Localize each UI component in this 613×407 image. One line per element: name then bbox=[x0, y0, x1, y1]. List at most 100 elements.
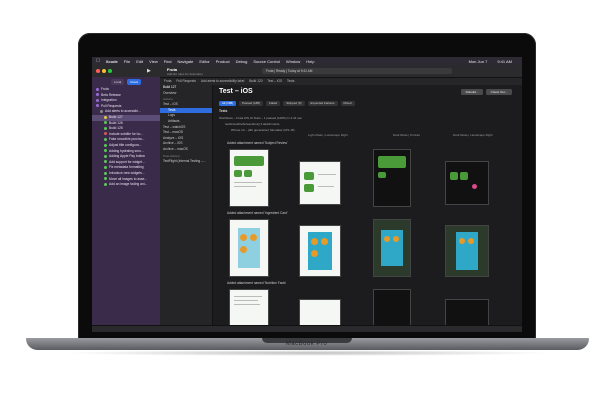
screen:  Xcode File Edit View Find Navigate Edi… bbox=[92, 57, 522, 332]
filter-expected-failures[interactable]: Expected Failures bbox=[307, 101, 338, 106]
status-icon bbox=[100, 110, 103, 113]
navigator-row-label: Beta Release bbox=[101, 92, 121, 97]
navigator-tabs: Local Cloud bbox=[92, 77, 160, 87]
path-item[interactable]: Pull Requests bbox=[176, 79, 196, 83]
check-out-button[interactable]: Check Out... bbox=[486, 89, 512, 95]
attachment-group-title[interactable]: Added attachment named 'Ingredient Card' bbox=[227, 211, 288, 215]
navigator-row-label: Add alerts to accessibi... bbox=[105, 109, 141, 114]
menu-date[interactable]: Mon Jun 7 bbox=[469, 59, 488, 64]
outline-actions-list: Test – iOS Tests Logs Artifacts Test – watch… bbox=[160, 102, 212, 152]
screenshot-thumbnail[interactable] bbox=[229, 219, 269, 277]
screenshot-thumbnail[interactable] bbox=[373, 289, 411, 327]
status-bar bbox=[92, 325, 522, 332]
navigator-row-label: Move all images to asse... bbox=[109, 176, 148, 181]
screenshot-thumbnail[interactable] bbox=[299, 299, 341, 327]
path-item[interactable]: Build 120 bbox=[249, 79, 262, 83]
menu-product[interactable]: Product bbox=[216, 59, 230, 64]
status-icon bbox=[104, 171, 107, 175]
menu-window[interactable]: Window bbox=[286, 59, 300, 64]
filter-passed[interactable]: Passed (188) bbox=[239, 101, 264, 106]
menu-time[interactable]: 9:41 AM bbox=[497, 59, 512, 64]
filter-failed[interactable]: Failed bbox=[266, 101, 281, 106]
status-icon bbox=[96, 98, 99, 102]
tab-cloud[interactable]: Cloud bbox=[127, 79, 141, 85]
column-header: Light Mode | Landscape Right bbox=[308, 133, 348, 137]
menu-source-control[interactable]: Source Control bbox=[253, 59, 280, 64]
menu-debug[interactable]: Debug bbox=[236, 59, 248, 64]
tab-local[interactable]: Local bbox=[110, 79, 125, 85]
screenshot-thumbnail[interactable] bbox=[229, 149, 269, 207]
status-icon bbox=[104, 143, 107, 147]
attachment-group-title[interactable]: Added attachment named 'Subject Review' bbox=[227, 141, 288, 145]
status-icon bbox=[104, 132, 107, 136]
screenshot-thumbnail[interactable] bbox=[373, 219, 411, 277]
report-main: Test – iOS Rebuild... Check Out... All (… bbox=[213, 85, 522, 332]
menu-navigate[interactable]: Navigate bbox=[178, 59, 194, 64]
menu-find[interactable]: Find bbox=[164, 59, 172, 64]
navigator-row-label: Build 126 bbox=[109, 120, 123, 125]
screenshot-thumbnail[interactable] bbox=[373, 149, 411, 207]
zoom-window-button[interactable] bbox=[108, 69, 112, 73]
device-row[interactable]: iPhone 12 – (4th generation) Simulator (… bbox=[231, 128, 295, 132]
status-icon bbox=[104, 165, 107, 169]
attachment-group-title[interactable]: Added attachment named 'Nutrition Facts' bbox=[227, 281, 286, 285]
navigator-row-label: Pull Requests bbox=[101, 103, 122, 108]
navigator-row-label: Include subtitle for ho... bbox=[109, 131, 144, 136]
path-item[interactable]: Add alerts to accessibility label bbox=[201, 79, 244, 83]
status-icon bbox=[104, 160, 107, 164]
navigator-sidebar: Local Cloud Fruta Beta Release Integration… bbox=[92, 77, 160, 332]
activity-status: Fruta | Ready | Today at 9:41 AM bbox=[262, 68, 452, 74]
navigator-row-label: Build 125 bbox=[109, 126, 123, 131]
report-outline: Build 127 Overview Actions Test – iOS Tes… bbox=[160, 85, 213, 332]
column-header: Dark Mode | Portrait bbox=[393, 133, 420, 137]
path-item[interactable]: Test – iOS bbox=[267, 79, 282, 83]
column-header: Dark Mode | Landscape Right bbox=[453, 133, 493, 137]
status-icon bbox=[104, 115, 107, 119]
test-method-row[interactable]: testSmoothieScreenshot() 4 attachments bbox=[225, 122, 279, 126]
menu-file[interactable]: File bbox=[124, 59, 130, 64]
menu-edit[interactable]: Edit bbox=[136, 59, 143, 64]
navigator-row-label: Adding hydrating smo... bbox=[109, 148, 144, 153]
menu-bar:  Xcode File Edit View Find Navigate Edi… bbox=[92, 57, 522, 65]
status-icon bbox=[104, 177, 107, 181]
screenshot-thumbnail[interactable] bbox=[299, 161, 341, 205]
navigator-row-label: Integration bbox=[101, 98, 117, 103]
menu-view[interactable]: View bbox=[149, 59, 158, 64]
navigator-row-label: Adjust title configura... bbox=[109, 142, 142, 147]
status-icon bbox=[104, 182, 107, 186]
brand-label: MacBook Pro bbox=[285, 341, 328, 347]
menu-editor[interactable]: Editor bbox=[199, 59, 209, 64]
screenshot-thumbnail[interactable] bbox=[445, 299, 489, 327]
filter-mixed[interactable]: Mixed bbox=[340, 101, 355, 106]
run-icon[interactable]: ▶ bbox=[147, 68, 151, 74]
menu-xcode[interactable]: Xcode bbox=[106, 59, 118, 64]
laptop-shadow bbox=[60, 350, 555, 356]
navigator-list: Fruta Beta Release Integration Pull Request… bbox=[92, 87, 160, 188]
minimize-window-button[interactable] bbox=[102, 69, 106, 73]
filter-skipped[interactable]: Skipped (0) bbox=[283, 101, 305, 106]
navigator-row-label: Add an image fading ani... bbox=[109, 182, 148, 187]
navigator-row-label: Build 127 bbox=[109, 114, 123, 119]
path-item[interactable]: Fruta bbox=[164, 79, 171, 83]
apple-icon[interactable]:  bbox=[96, 58, 100, 64]
status-icon bbox=[96, 87, 99, 91]
screenshot-thumbnail[interactable] bbox=[299, 225, 341, 277]
tests-heading: Tests bbox=[219, 109, 228, 113]
outline-post-item[interactable]: TestFlight (Internal Testing –... bbox=[160, 159, 212, 165]
screenshot-thumbnail[interactable] bbox=[229, 289, 269, 327]
filter-all[interactable]: All (188) bbox=[219, 101, 237, 106]
navigator-row-label: Fix metadata formatting bbox=[109, 165, 144, 170]
menu-help[interactable]: Help bbox=[306, 59, 314, 64]
close-window-button[interactable] bbox=[96, 69, 100, 73]
screenshot-thumbnail[interactable] bbox=[445, 161, 489, 205]
path-item[interactable]: Tests bbox=[287, 79, 294, 83]
status-icon bbox=[104, 149, 107, 153]
menu-extras: Mon Jun 7 9:41 AM bbox=[465, 57, 518, 65]
rebuild-button[interactable]: Rebuild... bbox=[461, 89, 483, 95]
screenshot-thumbnail[interactable] bbox=[445, 225, 489, 277]
status-icon bbox=[104, 126, 107, 130]
status-icon bbox=[104, 154, 107, 158]
workflow-summary[interactable]: Workflows – Fruta iOS UI Tests – 1 passe… bbox=[219, 116, 302, 120]
navigator-row-label: Add support for widget... bbox=[109, 159, 145, 164]
navigator-row[interactable]: Add an image fading ani... bbox=[92, 182, 160, 188]
